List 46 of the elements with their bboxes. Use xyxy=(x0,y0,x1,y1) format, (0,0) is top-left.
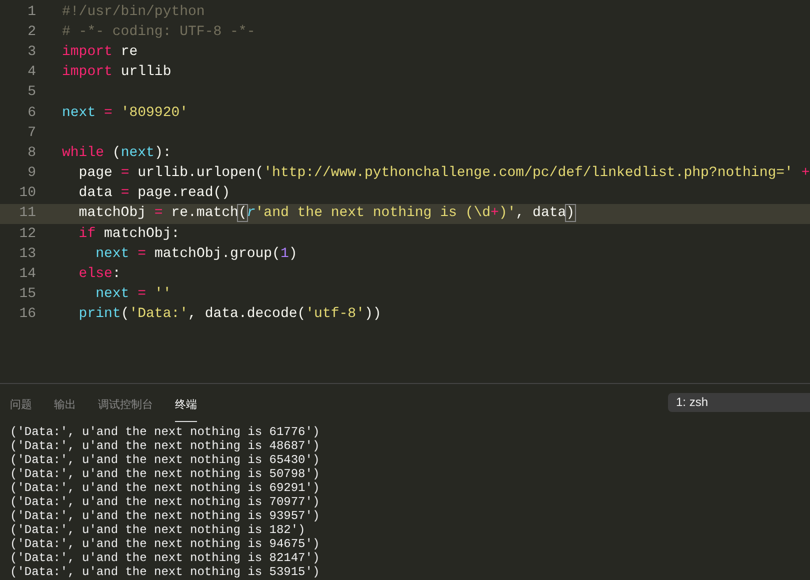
line-number: 6 xyxy=(26,104,36,123)
line-number: 3 xyxy=(26,42,36,62)
panel-tab[interactable]: 输出 xyxy=(54,384,76,422)
line-number: 10 xyxy=(18,184,36,204)
code-line: import re xyxy=(62,42,138,62)
code-line: next = matchObj.group(1) xyxy=(94,244,298,264)
terminal-output-line: ('Data:', u'and the next nothing is 70977') xyxy=(10,495,320,509)
code-line: print('Data:', data.decode('utf-8')) xyxy=(78,305,382,324)
line-number: 4 xyxy=(26,63,36,82)
line-number: 2 xyxy=(26,22,36,42)
code-line: while (next): xyxy=(62,144,172,163)
line-number: 13 xyxy=(18,244,36,264)
code-line: if matchObj: xyxy=(78,224,180,244)
code-line: matchObj = re.match(r'and the next nothing is (\d+)', data) xyxy=(78,204,575,224)
line-number: 12 xyxy=(18,224,36,244)
line-number: 7 xyxy=(26,124,36,143)
line-number: 1 xyxy=(26,2,36,22)
terminal-output-line: ('Data:', u'and the next nothing is 61776') xyxy=(10,425,320,439)
terminal-output-line: ('Data:', u'and the next nothing is 93957') xyxy=(10,509,320,523)
line-number: 5 xyxy=(26,83,36,102)
panel-tab[interactable]: 调试控制台 xyxy=(98,384,153,422)
panel-tab[interactable]: 终端 xyxy=(175,384,197,422)
terminal-output-line: ('Data:', u'and the next nothing is 48687') xyxy=(10,439,320,453)
line-number: 14 xyxy=(18,265,36,284)
code-line: page = urllib.urlopen('http://www.pythonchallenge.com/pc/def/linkedlist.php?nothing=' + xyxy=(78,164,810,184)
line-number: 16 xyxy=(18,305,36,324)
code-line: import urllib xyxy=(62,63,172,82)
code-line: next = '809920' xyxy=(62,104,188,123)
line-number: 9 xyxy=(26,164,36,184)
line-number: 8 xyxy=(26,144,36,163)
terminal-dropdown[interactable]: 1: zsh xyxy=(668,392,810,412)
terminal-output-line: ('Data:', u'and the next nothing is 69291') xyxy=(10,481,320,495)
terminal-output-line: ('Data:', u'and the next nothing is 53915') xyxy=(10,565,320,579)
code-line: #!/usr/bin/python xyxy=(62,2,205,22)
terminal-output-line: ('Data:', u'and the next nothing is 182') xyxy=(10,523,306,537)
panel-tab[interactable]: 问题 xyxy=(10,384,32,422)
code-line: else: xyxy=(78,265,121,284)
terminal-output-line: ('Data:', u'and the next nothing is 94675') xyxy=(10,537,320,551)
line-number: 11 xyxy=(18,204,36,224)
terminal-output-line: ('Data:', u'and the next nothing is 65430') xyxy=(10,453,320,467)
terminal-output-line: ('Data:', u'and the next nothing is 82147') xyxy=(10,551,320,565)
line-number: 15 xyxy=(18,285,36,304)
code-line: next = '' xyxy=(94,285,172,304)
terminal-output-line: ('Data:', u'and the next nothing is 50798') xyxy=(10,467,320,481)
code-line: # -*- coding: UTF-8 -*- xyxy=(62,22,256,42)
code-line: data = page.read() xyxy=(78,184,230,204)
